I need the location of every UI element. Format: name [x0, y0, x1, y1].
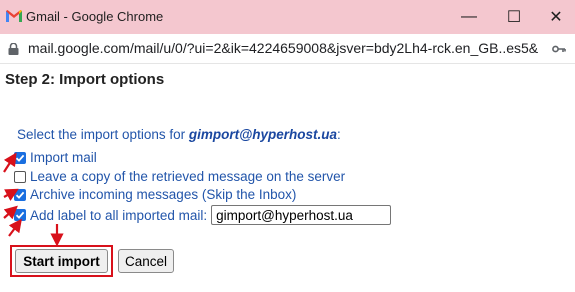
close-button[interactable]: ✕	[533, 0, 575, 34]
arrow-label-field	[8, 218, 22, 237]
instruction-prefix: Select the import options for	[17, 127, 189, 142]
arrow-add-label	[3, 205, 18, 220]
add-label-label[interactable]: Add label to all imported mail:	[30, 208, 207, 223]
gmail-logo-icon	[6, 10, 22, 22]
minimize-button[interactable]: —	[446, 0, 492, 34]
instruction-suffix: :	[337, 127, 341, 142]
url-text[interactable]: mail.google.com/mail/u/0/?ui=2&ik=422465…	[28, 40, 538, 56]
lock-icon[interactable]	[8, 43, 19, 55]
page-title: Step 2: Import options	[5, 71, 165, 88]
archive-incoming-checkbox[interactable]	[14, 188, 26, 201]
option-archive-incoming[interactable]: Archive incoming messages (Skip the Inbo…	[14, 187, 296, 202]
option-import-mail[interactable]: Import mail	[14, 150, 97, 165]
checkmark-icon	[15, 154, 25, 162]
checkmark-icon	[15, 191, 25, 199]
window-title: Gmail - Google Chrome	[26, 9, 164, 24]
import-mail-label[interactable]: Import mail	[30, 150, 97, 165]
option-add-label[interactable]: Add label to all imported mail:	[14, 205, 392, 225]
arrow-archive	[3, 188, 19, 201]
leave-copy-checkbox[interactable]	[14, 170, 26, 183]
account-email: gimport@hyperhost.ua	[188, 127, 338, 142]
add-label-checkbox[interactable]	[14, 209, 26, 221]
option-leave-copy[interactable]: Leave a copy of the retrieved message on…	[14, 169, 345, 184]
key-icon[interactable]	[552, 45, 566, 53]
start-import-button[interactable]: Start import	[15, 249, 108, 273]
leave-copy-label[interactable]: Leave a copy of the retrieved message on…	[30, 169, 345, 184]
label-name-input[interactable]	[211, 205, 392, 225]
maximize-button[interactable]: ☐	[491, 0, 537, 34]
address-bar[interactable]: mail.google.com/mail/u/0/?ui=2&ik=422465…	[0, 34, 575, 64]
archive-incoming-label[interactable]: Archive incoming messages (Skip the Inbo…	[30, 187, 296, 202]
cancel-button[interactable]: Cancel	[118, 249, 174, 273]
window-titlebar: Gmail - Google Chrome — ☐ ✕	[0, 0, 575, 34]
checkmark-icon	[15, 211, 25, 219]
instruction-text: Select the import options for gimport@hy…	[17, 127, 341, 142]
import-mail-checkbox[interactable]	[14, 151, 26, 164]
arrow-import-mail	[3, 152, 17, 173]
